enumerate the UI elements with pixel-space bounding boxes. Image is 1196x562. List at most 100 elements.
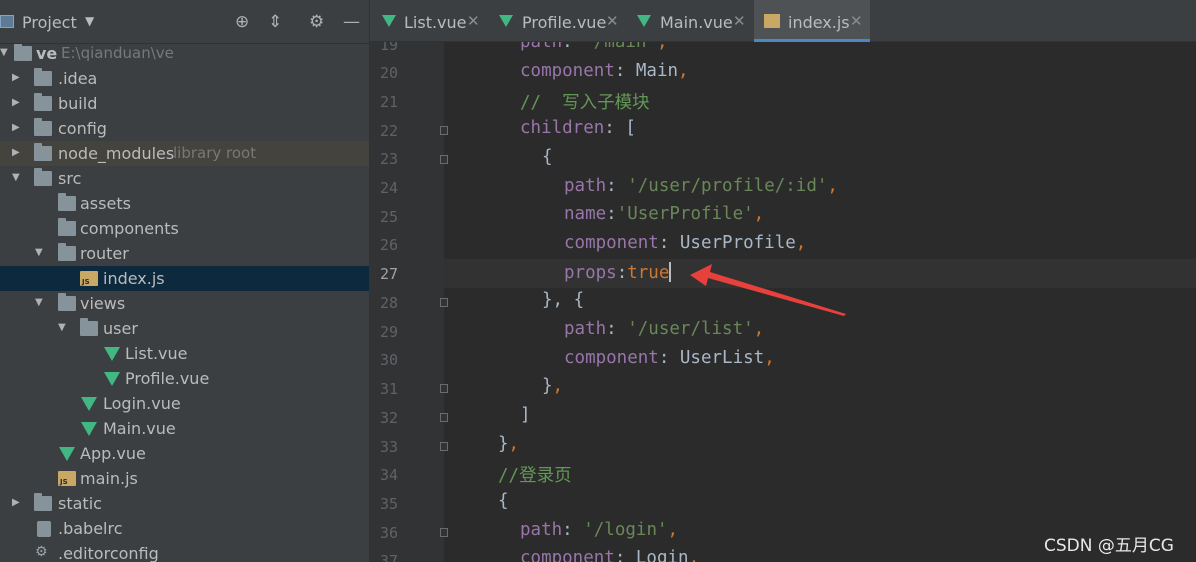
tree-item-node-modules[interactable]: ▶ node_modules library root [0, 141, 369, 166]
vue-file-icon [81, 422, 97, 436]
chevron-right-icon[interactable]: ▶ [12, 121, 20, 135]
vue-file-icon [59, 447, 75, 461]
chevron-right-icon[interactable]: ▶ [12, 496, 20, 510]
js-file-icon [58, 471, 76, 486]
tree-item-main-vue[interactable]: Main.vue [0, 416, 369, 441]
close-icon[interactable]: ✕ [850, 12, 863, 30]
tree-item-label: user [103, 319, 138, 338]
annotation-arrow [690, 264, 846, 316]
tree-item-profile-vue[interactable]: Profile.vue [0, 366, 369, 391]
tree-item-label: .babelrc [58, 519, 123, 538]
tree-item-idea[interactable]: ▶ .idea [0, 66, 369, 91]
tab-label: Profile.vue [522, 13, 607, 32]
collapse-all-icon[interactable]: ⇕ [268, 12, 282, 32]
js-file-icon [80, 271, 98, 286]
folder-icon [34, 168, 52, 186]
tab-list-vue[interactable]: List.vue ✕ [370, 0, 485, 41]
tree-item-components[interactable]: components [0, 216, 369, 241]
vue-file-icon [104, 347, 120, 361]
chevron-right-icon[interactable]: ▶ [12, 96, 20, 110]
project-view-selector[interactable]: Project [22, 13, 77, 32]
tree-item-ve[interactable]: ▼ ve E:\qianduan\ve [0, 44, 369, 66]
folder-icon [80, 318, 98, 336]
gear-icon: ⚙ [35, 544, 48, 560]
chevron-down-icon[interactable]: ▼ [85, 14, 94, 28]
folder-icon [34, 493, 52, 511]
vue-file-icon [382, 15, 396, 27]
project-folder-icon [14, 44, 32, 61]
tab-main-vue[interactable]: Main.vue ✕ [625, 0, 753, 41]
tree-item-label: node_modules [58, 144, 175, 163]
tree-item-label: .editorconfig [58, 544, 159, 562]
folder-icon [58, 293, 76, 311]
config-file-icon [37, 521, 51, 537]
tree-item-views[interactable]: ▼ views [0, 291, 369, 316]
tree-item-label: router [80, 244, 129, 263]
chevron-down-icon[interactable]: ▼ [12, 171, 20, 185]
js-file-icon [764, 14, 780, 28]
tree-item-login-vue[interactable]: Login.vue [0, 391, 369, 416]
tree-item-build[interactable]: ▶ build [0, 91, 369, 116]
tab-label: index.js [788, 13, 850, 32]
tree-item-editorconfig[interactable]: ⚙ .editorconfig [0, 541, 369, 562]
chevron-down-icon[interactable]: ▼ [0, 46, 8, 60]
tab-label: List.vue [404, 13, 467, 32]
tree-item-label: src [58, 169, 82, 188]
folder-icon [34, 118, 52, 136]
tree-item-static[interactable]: ▶ static [0, 491, 369, 516]
tree-item-user[interactable]: ▼ user [0, 316, 369, 341]
tree-item-label: List.vue [125, 344, 188, 363]
tree-item-label: Profile.vue [125, 369, 210, 388]
tab-label: Main.vue [660, 13, 733, 32]
tree-item-main-js[interactable]: main.js [0, 466, 369, 491]
minimize-icon[interactable]: — [343, 12, 360, 32]
tree-item-router[interactable]: ▼ router [0, 241, 369, 266]
tree-item-label: .idea [58, 69, 98, 88]
tree-item-babelrc[interactable]: .babelrc [0, 516, 369, 541]
chevron-right-icon[interactable]: ▶ [12, 71, 20, 85]
project-panel-header: Project ▼ ⊕ ⇕ ⚙ — [0, 0, 369, 44]
project-icon [0, 15, 14, 28]
folder-icon [34, 93, 52, 111]
chevron-down-icon[interactable]: ▼ [58, 321, 66, 335]
tab-profile-vue[interactable]: Profile.vue ✕ [487, 0, 623, 41]
folder-icon [34, 143, 52, 161]
tree-item-label: assets [80, 194, 131, 213]
editor-tabs: List.vue ✕ Profile.vue ✕ Main.vue ✕ inde… [370, 0, 1196, 42]
vue-file-icon [81, 397, 97, 411]
tree-item-src[interactable]: ▼ src [0, 166, 369, 191]
chevron-down-icon[interactable]: ▼ [35, 296, 43, 310]
tree-item-label: config [58, 119, 107, 138]
tree-item-label: ve [36, 44, 58, 63]
close-icon[interactable]: ✕ [467, 12, 480, 30]
tree-item-label: main.js [80, 469, 138, 488]
tree-item-label: components [80, 219, 179, 238]
tree-item-path: E:\qianduan\ve [61, 44, 174, 62]
chevron-down-icon[interactable]: ▼ [35, 246, 43, 260]
close-icon[interactable]: ✕ [606, 12, 619, 30]
tab-index-js[interactable]: index.js ✕ [754, 0, 870, 42]
tree-item-label: views [80, 294, 126, 313]
chevron-right-icon[interactable]: ▶ [12, 146, 20, 160]
tree-item-config[interactable]: ▶ config [0, 116, 369, 141]
gear-icon[interactable]: ⚙ [309, 12, 324, 32]
tree-item-label: Main.vue [103, 419, 176, 438]
tree-item-list-vue[interactable]: List.vue [0, 341, 369, 366]
vue-file-icon [499, 15, 513, 27]
folder-icon [58, 218, 76, 236]
tree-item-label: static [58, 494, 102, 513]
tree-item-app-vue[interactable]: App.vue [0, 441, 369, 466]
tree-item-assets[interactable]: assets [0, 191, 369, 216]
vue-file-icon [637, 15, 651, 27]
close-icon[interactable]: ✕ [733, 12, 746, 30]
folder-icon [58, 193, 76, 211]
folder-icon [34, 68, 52, 86]
library-root-badge: library root [173, 144, 257, 162]
locate-icon[interactable]: ⊕ [235, 12, 249, 32]
tree-item-label: index.js [103, 269, 165, 288]
code-editor[interactable]: 19 20 21 22 23 24 25 26 27 28 29 30 31 3… [370, 42, 1196, 562]
watermark: CSDN @五月CG [1044, 536, 1174, 556]
tree-item-index-js[interactable]: index.js [0, 266, 369, 291]
tree-item-label: App.vue [80, 444, 146, 463]
project-tree: ▼ ve E:\qianduan\ve ▶ .idea ▶ build ▶ co… [0, 44, 369, 562]
